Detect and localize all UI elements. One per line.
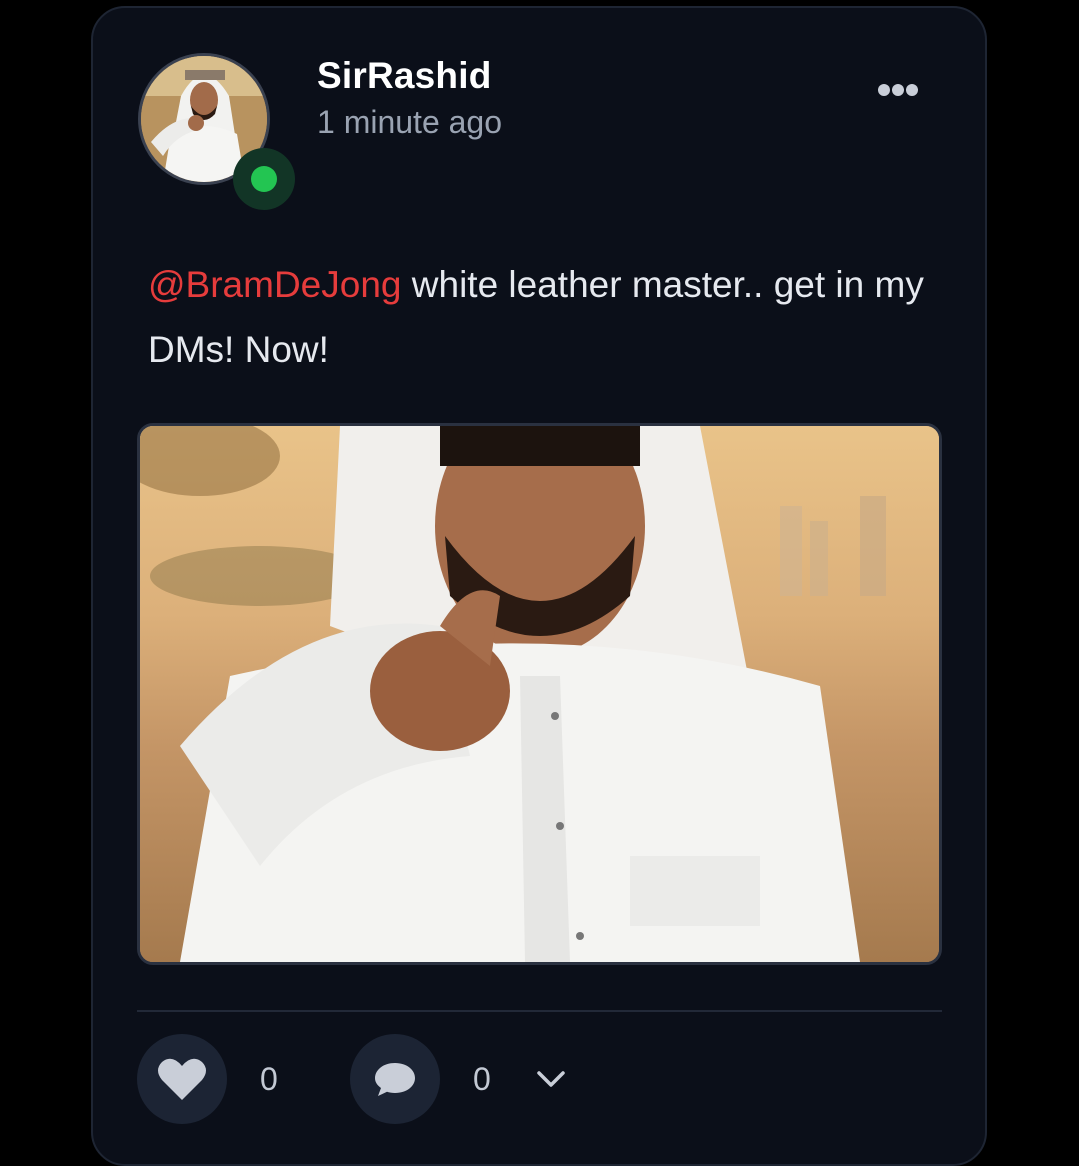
username[interactable]: SirRashid — [317, 55, 492, 97]
post-photo — [140, 426, 939, 962]
user-mention-link[interactable]: @BramDeJong — [148, 264, 402, 305]
post-image[interactable] — [137, 423, 942, 965]
heart-icon — [158, 1058, 206, 1100]
more-horizontal-icon — [878, 84, 918, 96]
comment-button[interactable] — [350, 1034, 440, 1124]
divider — [137, 1010, 942, 1012]
post-body: @BramDeJong white leather master.. get i… — [148, 252, 938, 382]
post-timestamp: 1 minute ago — [317, 104, 503, 140]
like-count: 0 — [260, 1061, 278, 1097]
comment-count: 0 — [473, 1061, 491, 1097]
chevron-down-icon[interactable] — [534, 1062, 568, 1096]
comment-bubble-icon — [375, 1063, 415, 1096]
online-status-dot — [251, 166, 277, 192]
more-options-button[interactable] — [868, 70, 928, 110]
like-button[interactable] — [137, 1034, 227, 1124]
